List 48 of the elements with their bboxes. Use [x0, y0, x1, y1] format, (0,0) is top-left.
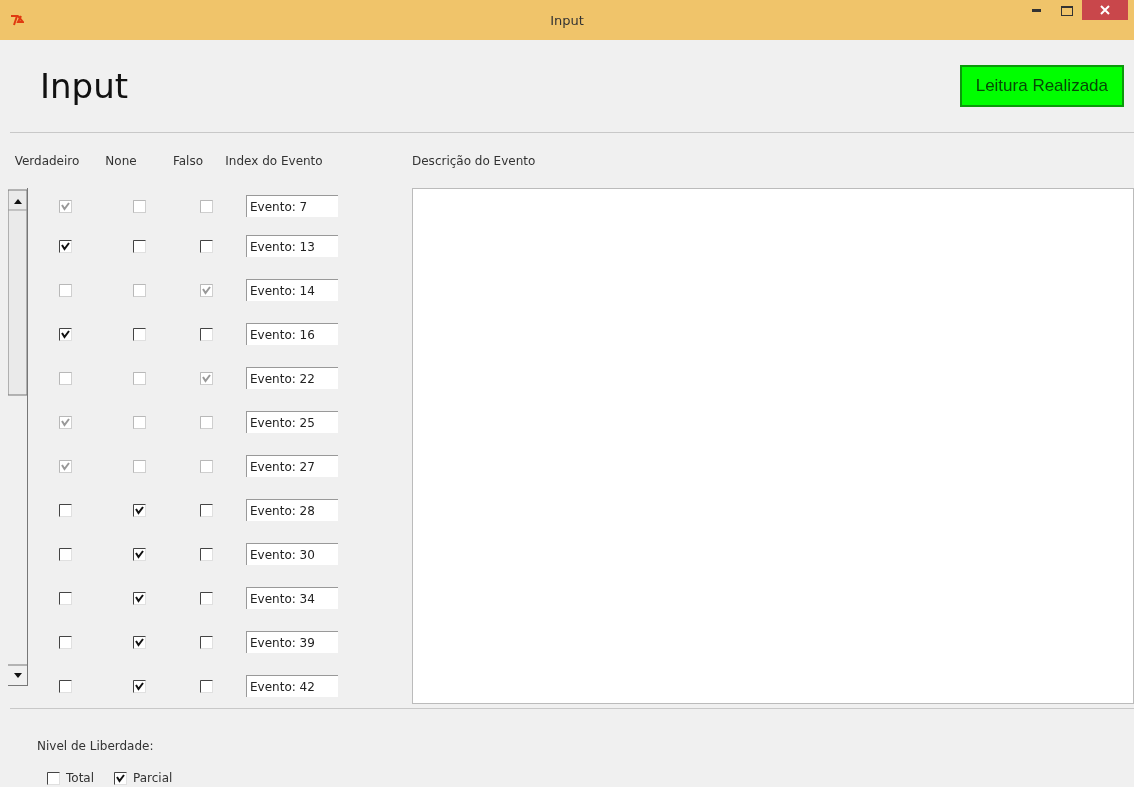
status-button[interactable]: Leitura Realizada: [959, 65, 1124, 107]
checkbox[interactable]: [199, 679, 213, 693]
checkbox[interactable]: [199, 591, 213, 605]
checkbox[interactable]: [58, 635, 72, 649]
event-index-field[interactable]: Evento: 39: [246, 631, 338, 653]
checkbox[interactable]: [58, 547, 72, 561]
freedom-label: Nivel de Liberdade:: [37, 739, 154, 753]
checkbox-label[interactable]: Total: [66, 771, 95, 785]
checkbox[interactable]: [132, 635, 146, 649]
maximize-icon: [1061, 6, 1073, 16]
event-index-field[interactable]: Evento: 28: [246, 499, 338, 521]
column-header: Verdadeiro: [13, 153, 81, 168]
event-index-field[interactable]: Evento: 30: [246, 543, 338, 565]
close-icon: [1100, 5, 1110, 15]
checkbox[interactable]: [199, 503, 213, 517]
column-header: Index do Evento: [224, 153, 324, 168]
checkbox[interactable]: [132, 591, 146, 605]
checkbox[interactable]: [132, 239, 146, 253]
window-title: Input: [550, 12, 584, 28]
event-index-field[interactable]: Evento: 16: [246, 323, 338, 345]
checkbox[interactable]: [114, 771, 128, 785]
checkbox[interactable]: [199, 327, 213, 341]
checkbox[interactable]: [199, 635, 213, 649]
checkbox[interactable]: [47, 771, 60, 785]
checkbox[interactable]: [132, 679, 146, 693]
checkbox[interactable]: [132, 503, 146, 517]
page-title: Input: [40, 66, 129, 106]
checkbox[interactable]: [58, 591, 72, 605]
column-header: Falso: [171, 153, 205, 168]
close-button[interactable]: [1082, 0, 1128, 20]
checkbox[interactable]: [58, 503, 72, 517]
app-icon: [10, 14, 24, 26]
checkbox[interactable]: [58, 327, 72, 341]
event-index-field[interactable]: Evento: 13: [246, 235, 338, 257]
checkbox[interactable]: [199, 547, 213, 561]
checkbox[interactable]: [132, 327, 146, 341]
scrollbar[interactable]: [8, 188, 28, 686]
checkbox[interactable]: [58, 239, 72, 253]
checkbox-label[interactable]: Parcial: [133, 771, 173, 785]
event-index-field[interactable]: Evento: 34: [246, 587, 338, 609]
checkbox[interactable]: [199, 239, 213, 253]
column-header: None: [104, 153, 138, 168]
checkbox[interactable]: [58, 679, 72, 693]
column-header: Descrição do Evento: [412, 153, 536, 168]
checkbox[interactable]: [132, 547, 146, 561]
minimize-icon: [1032, 9, 1042, 13]
description-field[interactable]: [412, 188, 1134, 704]
event-index-field[interactable]: Evento: 42: [246, 675, 338, 697]
